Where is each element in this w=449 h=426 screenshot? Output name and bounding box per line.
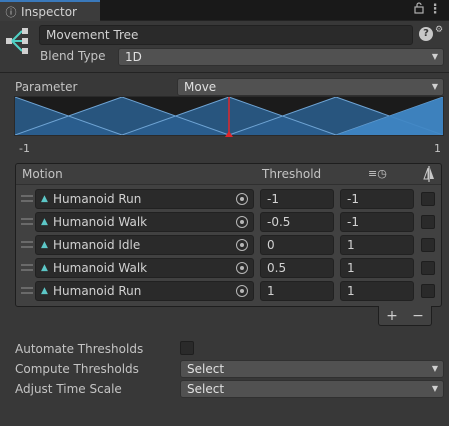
blend-type-value: 1D [125,50,142,64]
drag-handle[interactable] [21,241,33,248]
mirror-checkbox[interactable] [421,238,435,252]
list-footer: + − [378,306,432,326]
motion-field[interactable]: ▲ Humanoid Run [35,281,254,301]
animation-clip-icon: ▲ [41,240,48,250]
blend-type-label: Blend Type [40,49,106,63]
drag-handle[interactable] [21,264,33,271]
threshold-field[interactable]: 0.5 [260,258,334,278]
animation-clip-icon: ▲ [41,263,48,273]
time-scale-field[interactable]: 1 [340,258,414,278]
motion-field[interactable]: ▲ Humanoid Walk [35,212,254,232]
threshold-field[interactable]: -0.5 [260,212,334,232]
graph-max-label: 1 [434,142,441,155]
help-icon[interactable]: ? [419,27,433,41]
info-icon: ⓘ [5,5,17,19]
automate-thresholds-checkbox[interactable] [180,341,194,355]
drag-handle[interactable] [21,287,33,294]
column-threshold: Threshold [262,167,322,181]
compute-thresholds-dropdown[interactable]: Select ▼ [180,360,444,378]
object-picker-icon[interactable] [236,216,248,228]
adjust-time-scale-value: Select [187,382,225,396]
mirror-icon[interactable] [423,166,435,182]
parameter-value: Move [184,80,217,94]
parameter-dropdown[interactable]: Move ▼ [177,78,444,96]
parameter-label: Parameter [15,80,78,94]
animation-clip-icon: ▲ [41,286,48,296]
column-motion: Motion [22,167,63,181]
lock-icon[interactable] [411,2,427,18]
threshold-field[interactable]: -1 [260,189,334,209]
threshold-field[interactable]: 1 [260,281,334,301]
object-picker-icon[interactable] [236,285,248,297]
name-field[interactable]: Movement Tree [39,25,413,45]
add-button[interactable]: + [386,308,398,324]
chevron-down-icon: ▼ [431,384,438,393]
mirror-checkbox[interactable] [421,261,435,275]
mirror-checkbox[interactable] [421,284,435,298]
marker-handle[interactable] [225,131,233,137]
chevron-down-icon: ▼ [431,364,438,373]
motion-field[interactable]: ▲ Humanoid Idle [35,235,254,255]
adjust-time-scale-dropdown[interactable]: Select ▼ [180,380,444,398]
object-picker-icon[interactable] [236,262,248,274]
time-scale-field[interactable]: 1 [340,235,414,255]
tab-inspector[interactable]: ⓘ Inspector [0,0,100,21]
divider [0,72,449,73]
time-scale-icon[interactable]: ≡◷ [368,167,387,180]
blend-graph[interactable] [14,96,444,136]
time-scale-field[interactable]: 1 [340,281,414,301]
motion-field[interactable]: ▲ Humanoid Run [35,189,254,209]
blend-type-dropdown[interactable]: 1D ▼ [118,48,444,66]
motion-name: Humanoid Walk [53,261,148,275]
remove-button[interactable]: − [412,308,424,324]
adjust-time-scale-label: Adjust Time Scale [15,382,122,396]
time-scale-field[interactable]: -1 [340,189,414,209]
drag-handle[interactable] [21,195,33,202]
settings-icon[interactable]: ⚙ [435,25,445,35]
blend-tree-icon [5,27,31,55]
mirror-checkbox[interactable] [421,215,435,229]
animation-clip-icon: ▲ [41,194,48,204]
compute-thresholds-label: Compute Thresholds [15,362,139,376]
object-picker-icon[interactable] [236,193,248,205]
more-menu-icon[interactable]: ⋮ [427,2,443,18]
tab-title: Inspector [21,4,77,19]
automate-thresholds-label: Automate Thresholds [15,342,144,356]
animation-clip-icon: ▲ [41,217,48,227]
time-scale-field[interactable]: -1 [340,212,414,232]
graph-min-label: -1 [19,142,30,155]
compute-thresholds-value: Select [187,362,225,376]
motion-name: Humanoid Run [53,192,142,206]
chevron-down-icon: ▼ [431,52,438,61]
drag-handle[interactable] [21,218,33,225]
mirror-checkbox[interactable] [421,192,435,206]
object-picker-icon[interactable] [236,239,248,251]
motion-name: Humanoid Idle [53,238,141,252]
motion-name: Humanoid Walk [53,215,148,229]
motion-field[interactable]: ▲ Humanoid Walk [35,258,254,278]
motion-name: Humanoid Run [53,284,142,298]
chevron-down-icon: ▼ [431,82,438,91]
threshold-field[interactable]: 0 [260,235,334,255]
